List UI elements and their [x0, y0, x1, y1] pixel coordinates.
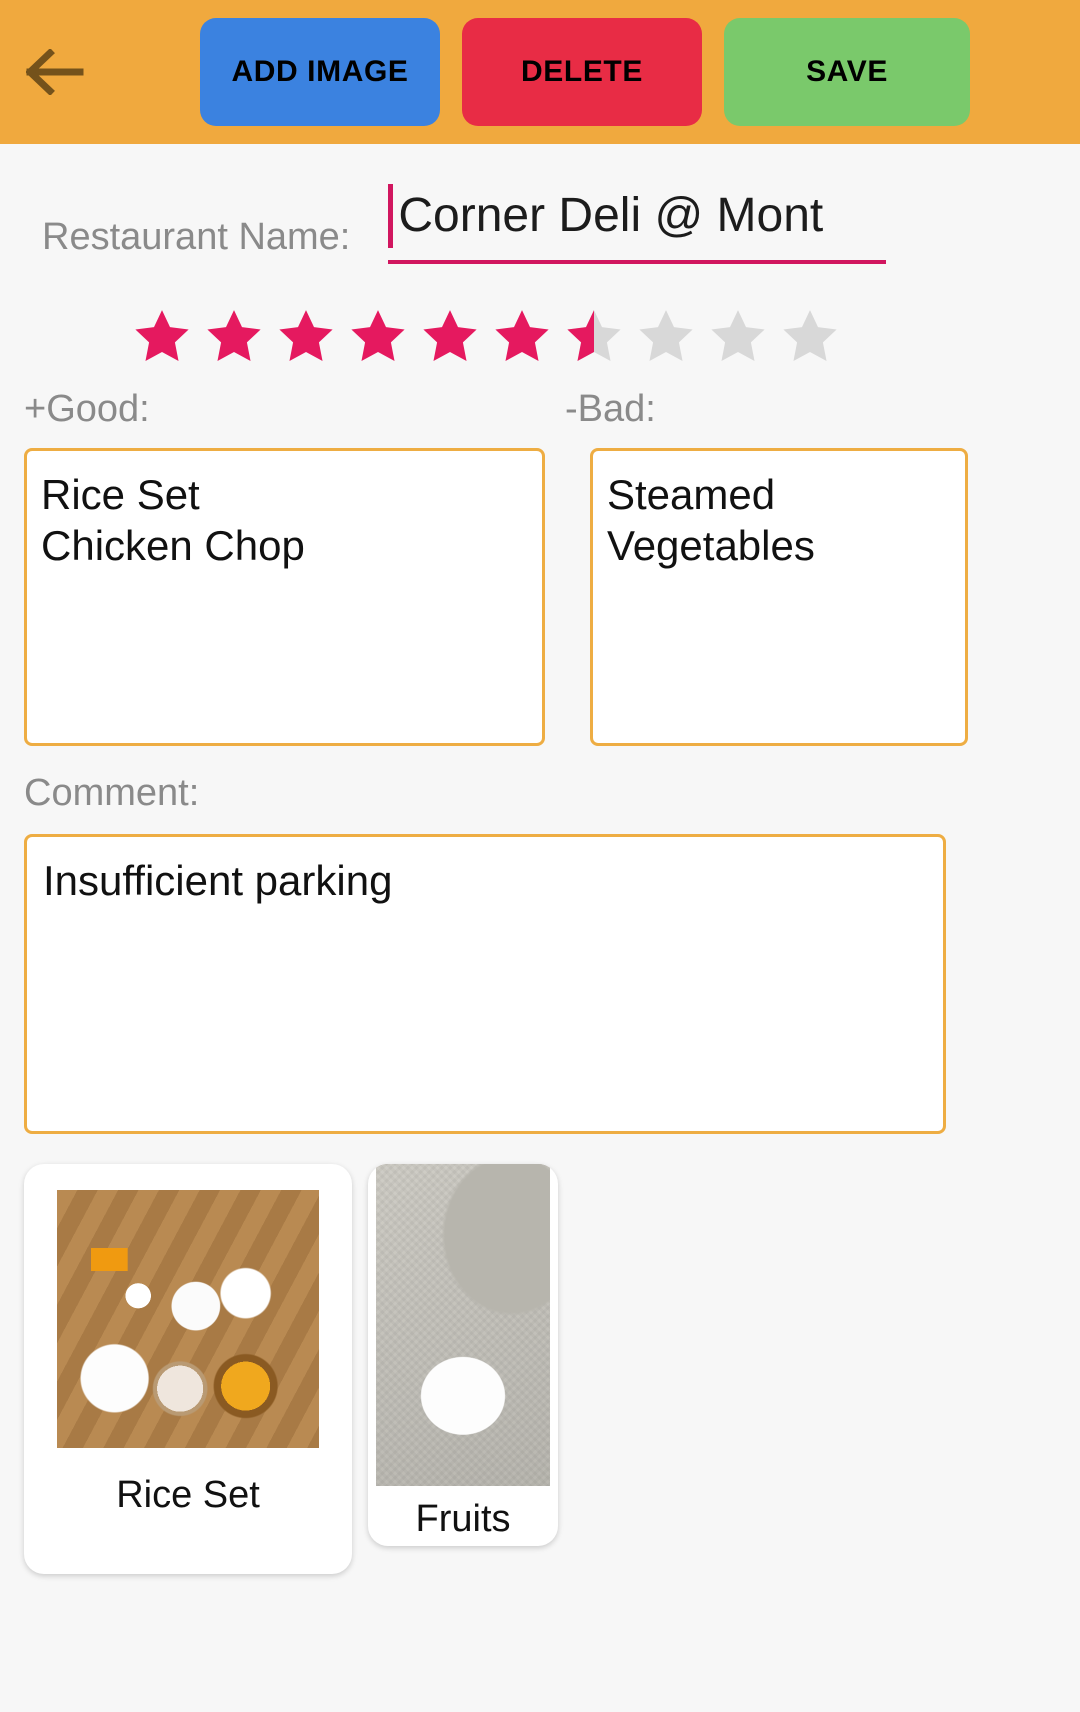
- rice-set-photo-content: [57, 1190, 319, 1448]
- image-gallery: Rice Set Fruits: [0, 1134, 1080, 1574]
- star-8[interactable]: [634, 306, 698, 368]
- restaurant-name-label: Restaurant Name:: [42, 216, 351, 258]
- gallery-card-fruits[interactable]: Fruits: [368, 1164, 558, 1546]
- gallery-card-caption: Fruits: [415, 1498, 511, 1540]
- good-bad-labels: +Good: -Bad:: [0, 368, 1080, 428]
- star-1[interactable]: [130, 306, 194, 368]
- rice-set-photo: [57, 1190, 319, 1448]
- gallery-card-rice-set[interactable]: Rice Set: [24, 1164, 352, 1574]
- star-half-fill: [562, 306, 594, 368]
- bad-label: -Bad:: [565, 388, 656, 430]
- delete-button[interactable]: DELETE: [462, 18, 702, 126]
- app-bar-actions: ADD IMAGE DELETE SAVE: [110, 0, 970, 144]
- good-bad-fields: Rice Set Chicken Chop Steamed Vegetables: [0, 428, 1080, 746]
- gallery-card-caption: Rice Set: [116, 1474, 260, 1516]
- good-label: +Good:: [24, 388, 150, 430]
- add-image-button[interactable]: ADD IMAGE: [200, 18, 440, 126]
- restaurant-name-value: Corner Deli @ Mont: [398, 189, 824, 242]
- back-button[interactable]: [0, 0, 110, 144]
- star-5[interactable]: [418, 306, 482, 368]
- restaurant-name-row: Restaurant Name: Corner Deli @ Mont: [0, 144, 1080, 264]
- app-bar: ADD IMAGE DELETE SAVE: [0, 0, 1080, 144]
- star-10[interactable]: [778, 306, 842, 368]
- restaurant-name-input[interactable]: Corner Deli @ Mont: [388, 172, 887, 264]
- bad-textarea[interactable]: Steamed Vegetables: [590, 448, 968, 746]
- star-3[interactable]: [274, 306, 338, 368]
- fruits-photo: [376, 1164, 550, 1486]
- star-rating[interactable]: [0, 264, 1080, 368]
- fruits-photo-content: [376, 1164, 550, 1486]
- star-2[interactable]: [202, 306, 266, 368]
- star-7-half[interactable]: [562, 306, 626, 368]
- arrow-left-icon: [26, 49, 84, 95]
- good-textarea[interactable]: Rice Set Chicken Chop: [24, 448, 545, 746]
- star-9[interactable]: [706, 306, 770, 368]
- star-6[interactable]: [490, 306, 554, 368]
- save-button[interactable]: SAVE: [724, 18, 970, 126]
- star-4[interactable]: [346, 306, 410, 368]
- comment-label: Comment:: [24, 772, 200, 814]
- comment-textarea[interactable]: Insufficient parking: [24, 834, 946, 1134]
